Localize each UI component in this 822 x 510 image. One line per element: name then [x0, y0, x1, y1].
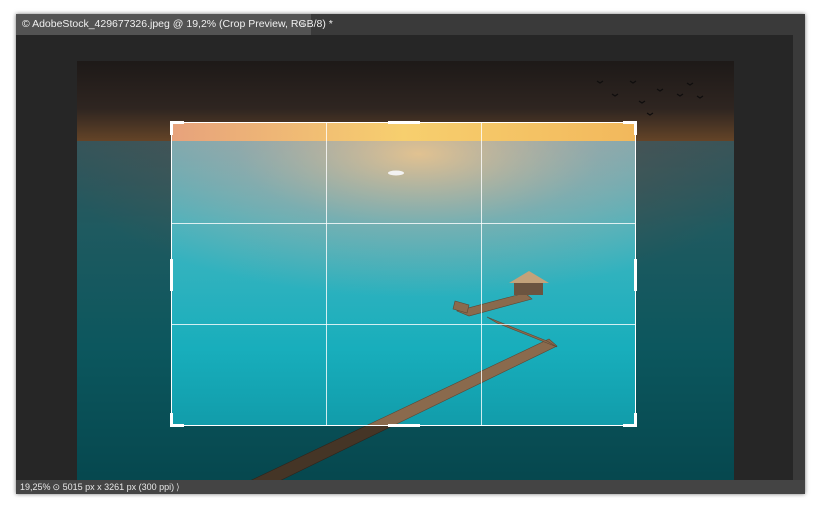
crop-guide-vertical-1 — [326, 123, 327, 425]
separator-icon: ⊙ — [52, 482, 61, 492]
crop-handle-bottom-right-v — [634, 413, 637, 427]
vertical-scrollbar[interactable] — [793, 35, 805, 480]
crop-handle-top-left-v — [170, 121, 173, 135]
crop-box[interactable] — [170, 121, 637, 427]
crop-handle-bottom-left-v — [170, 413, 173, 427]
crop-handle-top[interactable] — [388, 121, 420, 124]
status-menu-arrow-icon[interactable]: ⟩ — [176, 482, 180, 492]
canvas-area[interactable] — [16, 35, 805, 487]
crop-handle-right[interactable] — [634, 259, 637, 291]
crop-guide-horizontal-1 — [172, 223, 635, 224]
status-bar: 19,25% ⊙ 5015 px x 3261 px (300 ppi) ⟩ — [16, 480, 805, 494]
crop-handle-left[interactable] — [170, 259, 173, 291]
document-tab-bar: © AdobeStock_429677326.jpeg @ 19,2% (Cro… — [16, 14, 805, 35]
document-tab[interactable]: © AdobeStock_429677326.jpeg @ 19,2% (Cro… — [16, 14, 333, 35]
document-dimensions: 5015 px x 3261 px (300 ppi) — [62, 482, 175, 492]
crop-guide-vertical-2 — [481, 123, 482, 425]
document-window: © AdobeStock_429677326.jpeg @ 19,2% (Cro… — [16, 14, 805, 494]
crop-handle-top-right-v — [634, 121, 637, 135]
document-tab-title: © AdobeStock_429677326.jpeg @ 19,2% (Cro… — [22, 18, 333, 30]
zoom-level[interactable]: 19,25% — [20, 482, 51, 492]
crop-guide-horizontal-2 — [172, 324, 635, 325]
close-icon[interactable]: × — [299, 14, 305, 35]
photo-canvas[interactable] — [77, 61, 734, 487]
crop-handle-bottom[interactable] — [388, 424, 420, 427]
